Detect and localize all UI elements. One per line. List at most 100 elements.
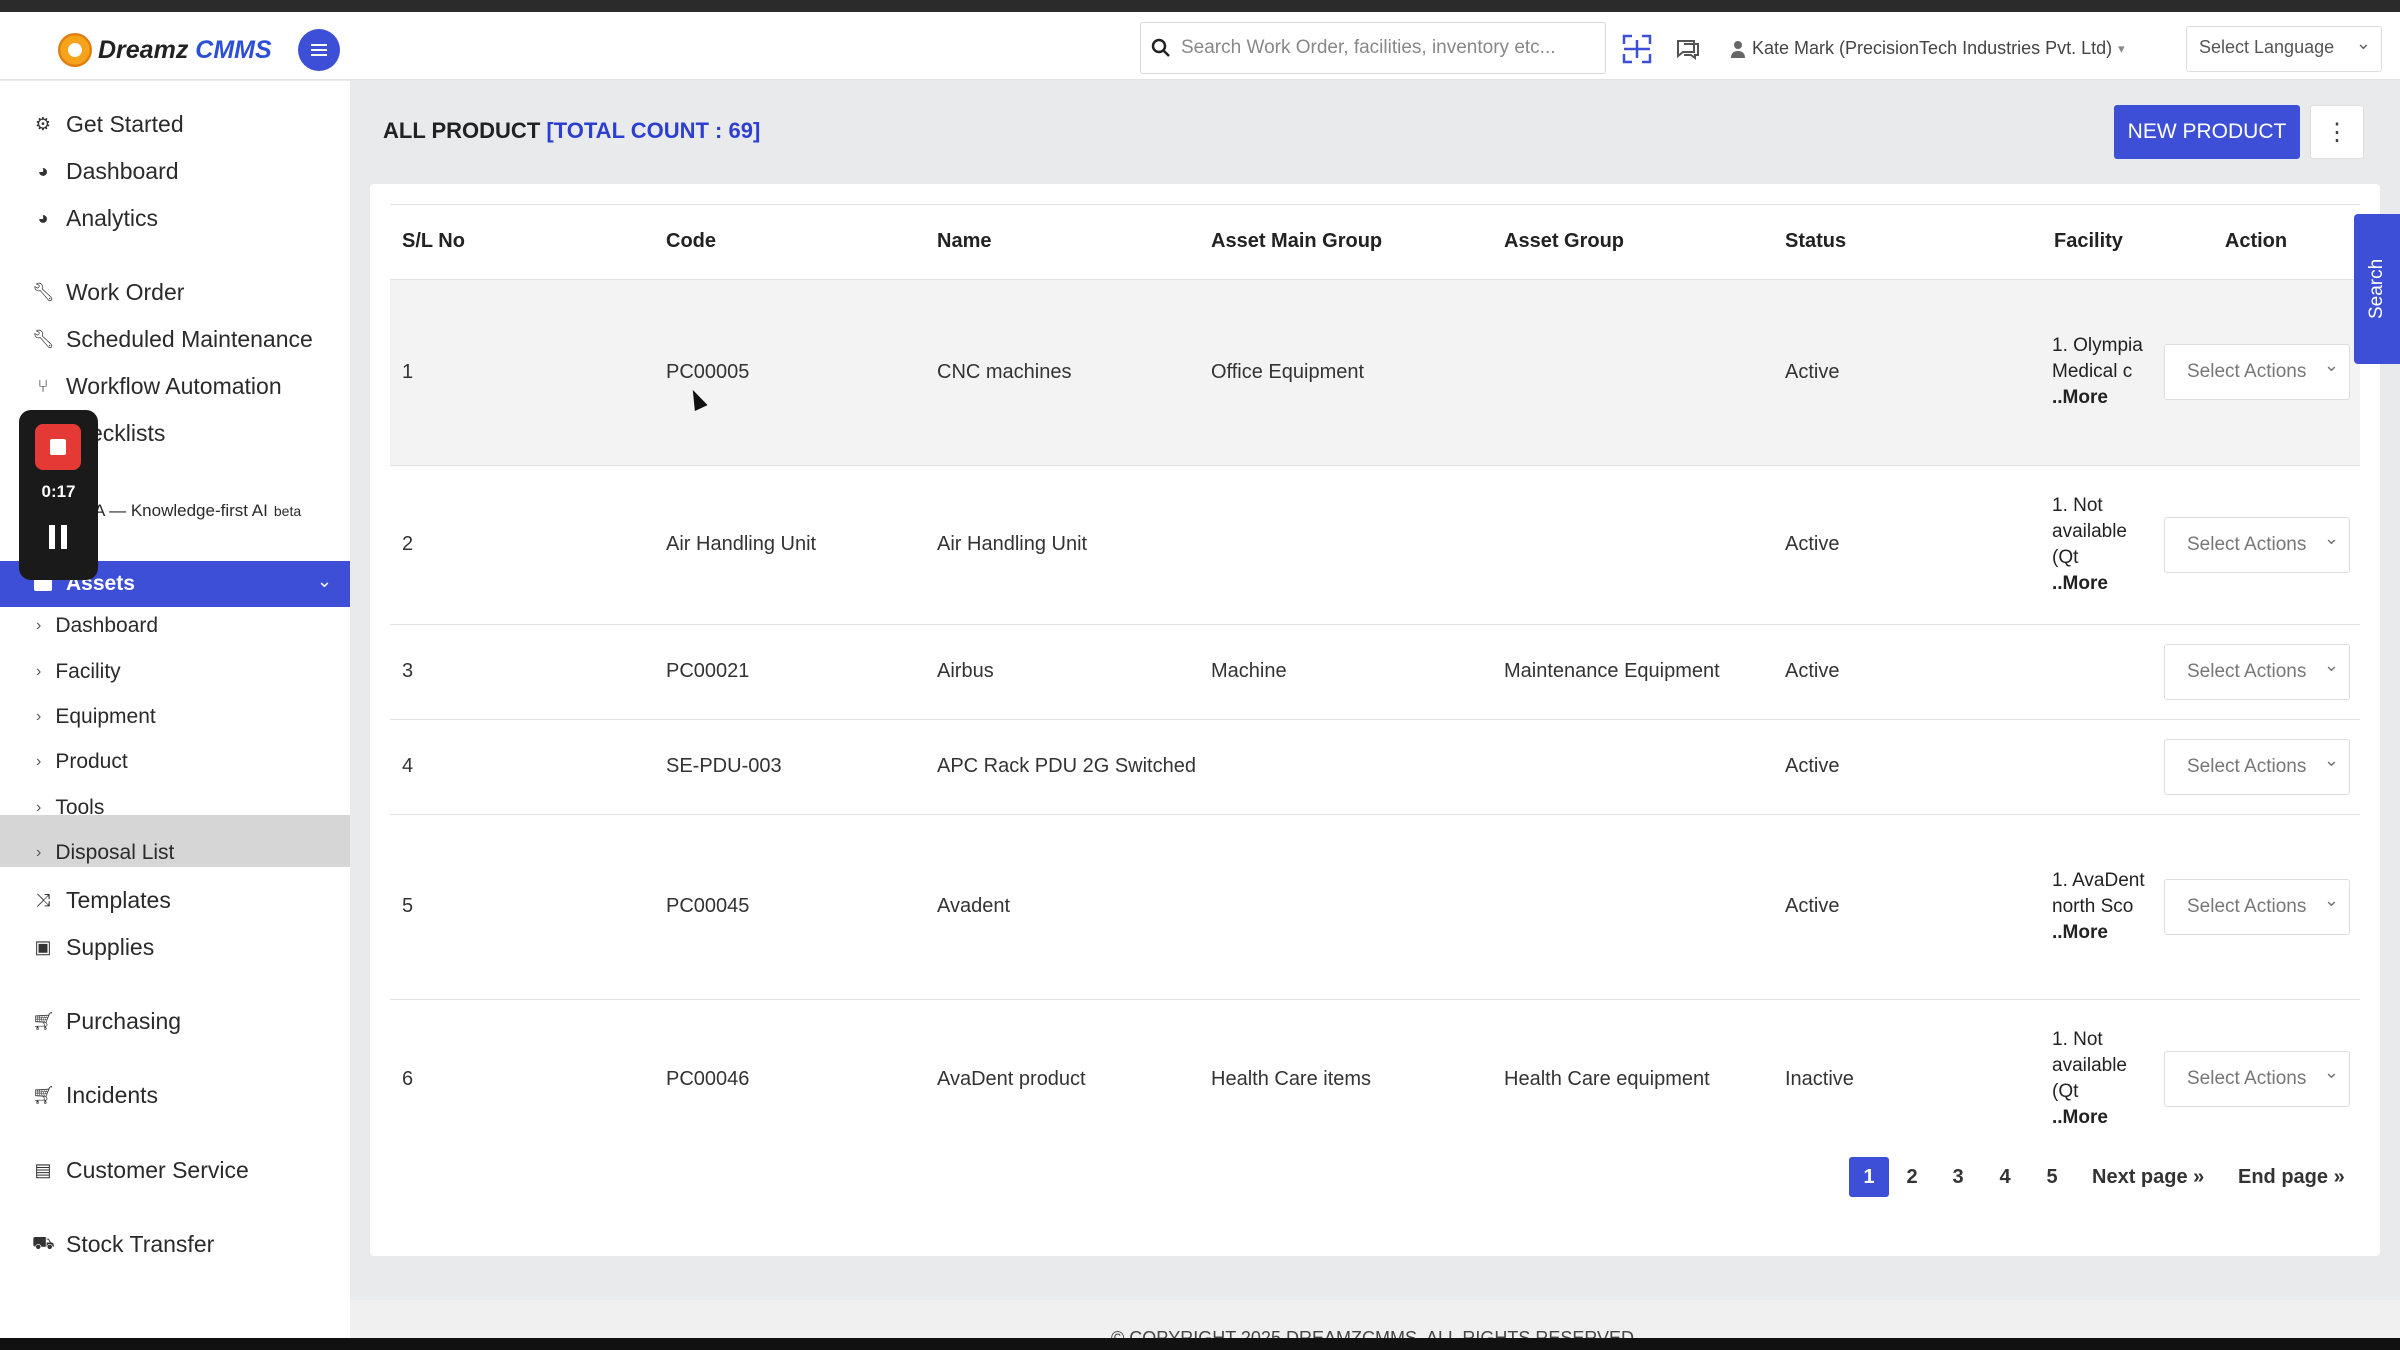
sidebar-item-incidents[interactable]: 🛒︎ Incidents	[32, 1082, 158, 1109]
sidebar-item-work-order[interactable]: 🔧︎ Work Order	[32, 279, 184, 306]
cell-group	[1492, 814, 1773, 1000]
user-label: Kate Mark (PrecisionTech Industries Pvt.…	[1752, 38, 2113, 58]
sidebar-item-knowledge-ai[interactable]: A — Knowledge-first AI beta	[94, 501, 301, 521]
chat-icon[interactable]	[1675, 38, 1701, 60]
search-icon	[1151, 38, 1170, 57]
page-button-5[interactable]: 5	[2032, 1157, 2072, 1197]
menu-toggle-button[interactable]	[298, 29, 340, 71]
next-page-link[interactable]: Next page »	[2092, 1157, 2204, 1197]
select-actions-dropdown[interactable]: Select Actions	[2164, 878, 2350, 935]
sidebar-subitem-label: Product	[55, 750, 128, 773]
sidebar-item-get-started[interactable]: ⚙ Get Started	[32, 111, 184, 138]
search-side-tab[interactable]: Search	[2354, 214, 2400, 364]
select-actions-dropdown[interactable]: Select Actions	[2164, 344, 2350, 400]
column-header[interactable]: Status	[1773, 205, 2042, 280]
column-header[interactable]: S/L No	[390, 205, 654, 280]
cart-icon: 🛒︎	[32, 1011, 55, 1031]
sidebar-subitem-tools[interactable]: › Tools	[36, 796, 104, 820]
more-link[interactable]: ..More	[2052, 920, 2146, 946]
language-select[interactable]: Select Language	[2186, 26, 2382, 72]
column-header[interactable]: Action	[2152, 205, 2360, 280]
cell-code: PC00021	[654, 624, 925, 720]
sidebar-item-templates[interactable]: ⤨ Templates	[32, 887, 171, 914]
column-header[interactable]: Code	[654, 205, 925, 280]
sidebar-item-customer-service[interactable]: ▤ Customer Service	[32, 1157, 248, 1184]
sidebar-item-stock-transfer[interactable]: ⛟ Stock Transfer	[32, 1231, 214, 1258]
search-input[interactable]	[1181, 37, 1601, 59]
table-row[interactable]: 6 PC00046 AvaDent product Health Care it…	[390, 999, 2360, 1132]
sidebar-item-label: Templates	[66, 887, 171, 913]
global-search[interactable]	[1140, 22, 1606, 74]
end-page-link[interactable]: End page »	[2238, 1157, 2345, 1197]
cell-group: Maintenance Equipment	[1492, 624, 1773, 720]
page-button-4[interactable]: 4	[1985, 1157, 2025, 1197]
select-actions-dropdown[interactable]: Select Actions	[2164, 1051, 2350, 1107]
chevron-right-icon: ›	[36, 753, 42, 770]
cell-status: Active	[1773, 624, 2042, 720]
sidebar-subitem-equipment[interactable]: › Equipment	[36, 705, 156, 729]
sidebar-subitem-label: Dashboard	[55, 614, 159, 637]
briefcase-icon: ▣	[34, 937, 52, 957]
page-button-2[interactable]: 2	[1892, 1157, 1932, 1197]
sidebar-item-supplies[interactable]: ▣ Supplies	[32, 934, 154, 961]
cell-sl: 4	[390, 719, 654, 815]
select-actions-dropdown[interactable]: Select Actions	[2164, 738, 2350, 795]
stop-recording-button[interactable]	[35, 424, 81, 470]
sidebar-item-label: Stock Transfer	[66, 1231, 215, 1257]
column-header[interactable]: Facility	[2042, 205, 2152, 280]
cell-group	[1492, 465, 1773, 625]
column-header[interactable]: Asset Main Group	[1199, 205, 1492, 280]
select-actions-dropdown[interactable]: Select Actions	[2164, 516, 2350, 573]
more-link[interactable]: ..More	[2052, 385, 2146, 411]
select-actions-dropdown[interactable]: Select Actions	[2164, 643, 2350, 700]
page-button-3[interactable]: 3	[1938, 1157, 1978, 1197]
table-row[interactable]: 4 SE-PDU-003 APC Rack PDU 2G Switched Ac…	[390, 719, 2360, 815]
scan-icon[interactable]	[1622, 34, 1652, 64]
sidebar-subitem-product[interactable]: › Product	[36, 750, 128, 774]
top-header: Dreamz CMMS Kate Mark (PrecisionTech Ind…	[0, 12, 2400, 80]
analytics-icon: ◕	[37, 208, 49, 228]
sidebar-item-scheduled-maintenance[interactable]: 🔧︎ Scheduled Maintenance	[32, 326, 313, 353]
more-link[interactable]: ..More	[2052, 1105, 2146, 1131]
sidebar-item-checklists[interactable]: ecklists	[90, 420, 165, 447]
cell-action: Select Actions	[2152, 814, 2360, 1000]
more-link[interactable]: ..More	[2052, 571, 2146, 597]
user-menu[interactable]: Kate Mark (PrecisionTech Industries Pvt.…	[1730, 38, 2125, 59]
table-row[interactable]: 2 Air Handling Unit Air Handling Unit Ac…	[390, 465, 2360, 625]
recording-timer: 0:17	[41, 482, 76, 501]
sidebar-subitem-facility[interactable]: › Facility	[36, 660, 121, 684]
sidebar-item-label: Scheduled Maintenance	[66, 326, 313, 352]
cell-main-group: Health Care items	[1199, 999, 1492, 1132]
pause-icon[interactable]	[49, 525, 67, 549]
wrench-icon: 🔧︎	[32, 329, 55, 349]
logo-gear-icon	[58, 33, 92, 67]
column-header[interactable]: Name	[925, 205, 1199, 280]
sidebar-item-dashboard[interactable]: ◕ Dashboard	[32, 158, 179, 185]
sidebar-subitem-dashboard[interactable]: › Dashboard	[36, 614, 158, 638]
table-row[interactable]: 5 PC00045 Avadent Active 1. AvaDent nort…	[390, 814, 2360, 1000]
cell-main-group: Machine	[1199, 624, 1492, 720]
screen-recorder-widget: 0:17	[19, 410, 98, 580]
sidebar-item-analytics[interactable]: ◕ Analytics	[32, 205, 158, 232]
table-scroll-area[interactable]: S/L No Code Name Asset Main Group Asset …	[390, 204, 2360, 1132]
page-button-1[interactable]: 1	[1849, 1157, 1889, 1197]
document-icon: ▤	[34, 1160, 52, 1180]
cell-code: SE-PDU-003	[654, 719, 925, 815]
sidebar-item-label: Purchasing	[66, 1008, 182, 1034]
logo-text: Dreamz	[98, 35, 189, 64]
cell-status: Active	[1773, 279, 2042, 466]
more-options-icon[interactable]: ⋮	[2310, 105, 2364, 159]
sidebar-item-label: Workflow Automation	[66, 373, 282, 399]
facility-text: 1. Olympia Medical c	[2052, 335, 2143, 382]
cell-action: Select Actions	[2152, 719, 2360, 815]
app-logo[interactable]: Dreamz CMMS	[58, 32, 272, 68]
product-table-card: S/L No Code Name Asset Main Group Asset …	[370, 184, 2380, 1256]
column-header[interactable]: Asset Group	[1492, 205, 1773, 280]
table-row[interactable]: 1 PC00005 CNC machines Office Equipment …	[390, 279, 2360, 466]
sidebar-item-purchasing[interactable]: 🛒︎ Purchasing	[32, 1008, 181, 1035]
sidebar-item-workflow-automation[interactable]: ⑂ Workflow Automation	[32, 373, 282, 400]
table-row[interactable]: 3 PC00021 Airbus Machine Maintenance Equ…	[390, 624, 2360, 720]
page-header: ALL PRODUCT [TOTAL COUNT : 69] NEW PRODU…	[350, 81, 2400, 171]
new-product-button[interactable]: NEW PRODUCT	[2114, 105, 2300, 159]
sidebar-subitem-disposal-list[interactable]: › Disposal List	[36, 841, 174, 865]
